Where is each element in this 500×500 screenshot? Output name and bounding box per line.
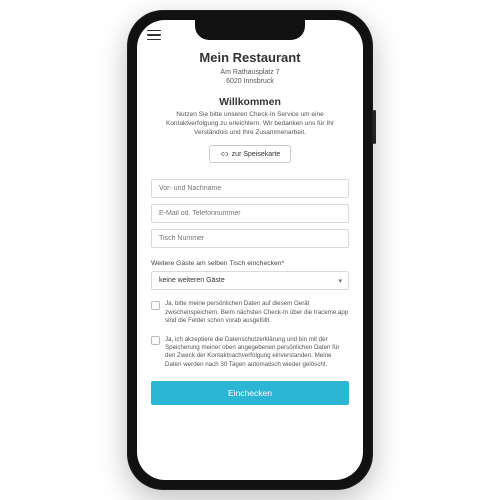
restaurant-name: Mein Restaurant xyxy=(151,50,349,65)
welcome-text: Nutzen Sie bitte unseren Check-In Servic… xyxy=(151,111,349,137)
consent-save-checkbox[interactable] xyxy=(151,301,160,310)
link-icon xyxy=(220,150,228,158)
guests-label: Weitere Gäste am selben Tisch einchecken… xyxy=(151,260,349,267)
restaurant-address: Am Rathausplatz 7 6020 Innsbruck xyxy=(151,68,349,86)
menu-button[interactable]: zur Speisekarte xyxy=(209,145,292,163)
menu-button-label: zur Speisekarte xyxy=(232,151,281,158)
name-input[interactable] xyxy=(151,179,349,198)
phone-frame: traceme.app Mein Restaurant Am Rathauspl… xyxy=(127,10,373,490)
consent-privacy-checkbox[interactable] xyxy=(151,336,160,345)
table-input[interactable] xyxy=(151,229,349,248)
guests-select[interactable]: keine weiteren Gäste xyxy=(151,271,349,290)
consent-privacy-text: Ja, ich akzeptiere die Datenschutzerklär… xyxy=(165,336,349,369)
notch xyxy=(195,20,305,40)
contact-input[interactable] xyxy=(151,204,349,223)
consent-save-row: Ja, bitte meine persönlichen Daten auf d… xyxy=(151,300,349,325)
consent-save-text: Ja, bitte meine persönlichen Daten auf d… xyxy=(165,300,349,325)
guests-select-wrap: keine weiteren Gäste ▾ xyxy=(151,271,349,290)
screen: traceme.app Mein Restaurant Am Rathauspl… xyxy=(137,20,363,480)
checkin-form: Weitere Gäste am selben Tisch einchecken… xyxy=(151,179,349,405)
content: Mein Restaurant Am Rathausplatz 7 6020 I… xyxy=(137,46,363,480)
address-line1: Am Rathausplatz 7 xyxy=(151,68,349,77)
consent-privacy-row: Ja, ich akzeptiere die Datenschutzerklär… xyxy=(151,336,349,369)
submit-button[interactable]: Einchecken xyxy=(151,381,349,405)
hamburger-icon[interactable] xyxy=(147,30,161,40)
address-line2: 6020 Innsbruck xyxy=(151,77,349,86)
welcome-title: Willkommen xyxy=(151,96,349,108)
